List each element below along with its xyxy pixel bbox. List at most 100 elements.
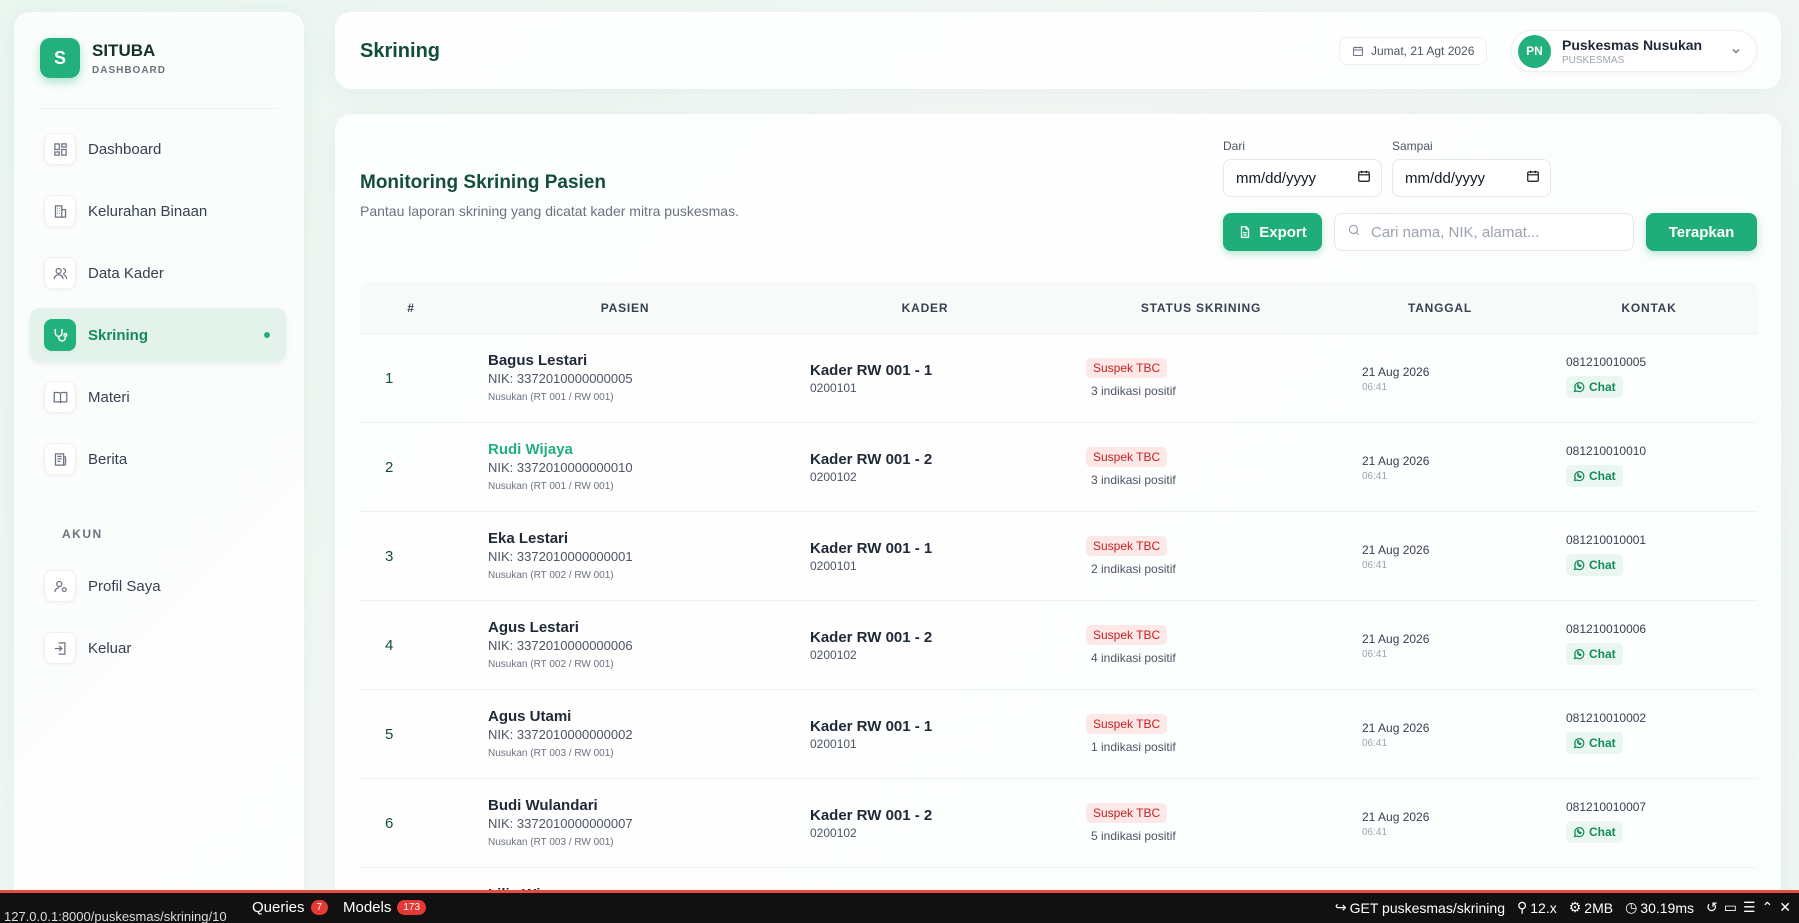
chat-label: Chat: [1589, 380, 1616, 394]
screening-date: 21 Aug 2026: [1362, 632, 1430, 646]
page-title: Skrining: [360, 40, 441, 62]
patient-name[interactable]: Eka Lestari: [488, 530, 568, 547]
sidebar-item-dashboard[interactable]: Dashboard: [30, 122, 286, 176]
positive-indications: 3 indikasi positif: [1091, 473, 1176, 487]
sidebar-item-skrining[interactable]: Skrining: [30, 308, 286, 362]
sidebar-item-label: Berita: [88, 450, 128, 468]
contact-phone: 081210010010: [1566, 444, 1647, 458]
patient-address: Nusukan (RT 002 / RW 001): [488, 570, 614, 581]
kader-code: 0200101: [810, 559, 857, 573]
debug-url: 127.0.0.1:8000/puskesmas/skrining/10: [4, 909, 227, 923]
row-number: 2: [385, 459, 394, 476]
grid-icon: [44, 133, 76, 165]
chevron-up-icon[interactable]: ⌃: [1762, 899, 1774, 916]
table-row[interactable]: 3 Eka Lestari NIK: 3372010000000001 Nusukan…: [360, 512, 1757, 601]
patient-address: Nusukan (RT 001 / RW 001): [488, 481, 614, 492]
from-date-label: Dari: [1223, 139, 1246, 153]
table-row[interactable]: 6 Budi Wulandari NIK: 3372010000000007 Nusu…: [360, 779, 1757, 868]
sidebar-item-label: Profil Saya: [88, 577, 161, 595]
clock-icon: ◷: [1625, 899, 1638, 915]
export-button[interactable]: Export: [1223, 213, 1322, 251]
debug-tab-models[interactable]: Models 173: [343, 899, 427, 916]
patient-name[interactable]: Agus Utami: [488, 708, 571, 725]
apply-button[interactable]: Terapkan: [1646, 213, 1757, 251]
history-icon[interactable]: ↺: [1706, 899, 1718, 916]
user-menu[interactable]: PN Puskesmas Nusukan PUSKESMAS: [1511, 30, 1757, 72]
sidebar: S SITUBA DASHBOARD Dashboard Kelurahan B…: [14, 12, 304, 917]
sidebar-item-label: Materi: [88, 388, 130, 406]
screening-date: 21 Aug 2026: [1362, 810, 1430, 824]
patient-name[interactable]: Rudi Wijaya: [488, 441, 573, 458]
table-row[interactable]: 2 Rudi Wijaya NIK: 3372010000000010 Nusukan…: [360, 423, 1757, 512]
table-row[interactable]: 5 Agus Utami NIK: 3372010000000002 Nusukan …: [360, 690, 1757, 779]
folder-icon[interactable]: ▭: [1724, 899, 1737, 916]
kader-name: Kader RW 001 - 1: [810, 718, 933, 735]
kader-code: 0200102: [810, 470, 857, 484]
kader-code: 0200101: [810, 381, 857, 395]
whatsapp-icon: [1573, 826, 1585, 838]
whatsapp-icon: [1573, 737, 1585, 749]
sidebar-item-data-kader[interactable]: Data Kader: [30, 246, 286, 300]
chat-button[interactable]: Chat: [1566, 643, 1623, 665]
account-nav: Profil Saya Keluar: [30, 559, 286, 683]
memory-text: 2MB: [1584, 899, 1614, 916]
to-date-input[interactable]: mm/dd/yyyy: [1392, 159, 1551, 197]
from-date-input[interactable]: mm/dd/yyyy: [1223, 159, 1382, 197]
debug-time[interactable]: ◷ 30.19ms: [1625, 899, 1694, 916]
chat-button[interactable]: Chat: [1566, 732, 1623, 754]
debug-bar: 127.0.0.1:8000/puskesmas/skrining/10 Que…: [0, 890, 1799, 923]
search-field[interactable]: [1334, 213, 1634, 251]
close-icon[interactable]: ✕: [1779, 899, 1791, 916]
sidebar-item-label: Data Kader: [88, 264, 164, 282]
column-header-kontak: KONTAK: [1621, 301, 1677, 315]
row-number: 6: [385, 815, 394, 832]
debug-memory[interactable]: ⚙ 2MB: [1569, 899, 1613, 916]
patient-name[interactable]: Budi Wulandari: [488, 797, 598, 814]
sidebar-item-berita[interactable]: Berita: [30, 432, 286, 486]
sidebar-item-kelurahan[interactable]: Kelurahan Binaan: [30, 184, 286, 238]
kader-name: Kader RW 001 - 2: [810, 629, 933, 646]
sidebar-item-profil[interactable]: Profil Saya: [30, 559, 286, 613]
kader-name: Kader RW 001 - 2: [810, 451, 933, 468]
sidebar-item-label: Skrining: [88, 326, 149, 344]
calendar-icon: [1526, 169, 1540, 187]
calendar-icon: [1352, 45, 1364, 57]
screening-time: 06:41: [1362, 738, 1388, 749]
chat-button[interactable]: Chat: [1566, 465, 1623, 487]
screening-date: 21 Aug 2026: [1362, 365, 1430, 379]
queries-count-badge: 7: [310, 900, 329, 915]
table-row[interactable]: 1 Bagus Lestari NIK: 3372010000000005 Nusuk…: [360, 334, 1757, 423]
screening-date: 21 Aug 2026: [1362, 454, 1430, 468]
php-icon: ⚲: [1516, 899, 1528, 915]
screening-date: 21 Aug 2026: [1362, 543, 1430, 557]
chat-button[interactable]: Chat: [1566, 821, 1623, 843]
patient-name[interactable]: Bagus Lestari: [488, 352, 587, 369]
table-row[interactable]: 4 Agus Lestari NIK: 3372010000000006 Nusuka…: [360, 601, 1757, 690]
screening-time: 06:41: [1362, 560, 1388, 571]
debug-php-version[interactable]: ⚲ 12.x: [1517, 899, 1557, 916]
chat-label: Chat: [1589, 558, 1616, 572]
sidebar-item-keluar[interactable]: Keluar: [30, 621, 286, 675]
settings-sliders-icon[interactable]: ☰: [1743, 899, 1756, 916]
contact-phone: 081210010006: [1566, 622, 1647, 636]
screening-time: 06:41: [1362, 471, 1388, 482]
debug-tab-queries[interactable]: Queries 7: [252, 899, 329, 916]
chat-label: Chat: [1589, 469, 1616, 483]
patient-name[interactable]: Agus Lestari: [488, 619, 579, 636]
column-header-tanggal: TANGGAL: [1407, 301, 1473, 315]
screening-table: # PASIEN KADER STATUS SKRINING TANGGAL K…: [360, 282, 1757, 914]
chat-button[interactable]: Chat: [1566, 554, 1623, 576]
search-input[interactable]: [1371, 223, 1621, 241]
to-date-value: mm/dd/yyyy: [1405, 169, 1486, 187]
file-export-icon: [1238, 225, 1252, 239]
column-header-kader: KADER: [901, 301, 949, 315]
kader-code: 0200102: [810, 826, 857, 840]
debug-route[interactable]: ↪ GET puskesmas/skrining: [1335, 899, 1505, 916]
logout-icon: [44, 632, 76, 664]
screening-time: 06:41: [1362, 827, 1388, 838]
brand[interactable]: S SITUBA DASHBOARD: [40, 38, 166, 78]
top-header: Skrining Jumat, 21 Agt 2026 PN Puskesmas…: [335, 12, 1781, 89]
sidebar-item-materi[interactable]: Materi: [30, 370, 286, 424]
section-subtitle: Pantau laporan skrining yang dicatat kad…: [360, 203, 739, 219]
chat-button[interactable]: Chat: [1566, 376, 1623, 398]
